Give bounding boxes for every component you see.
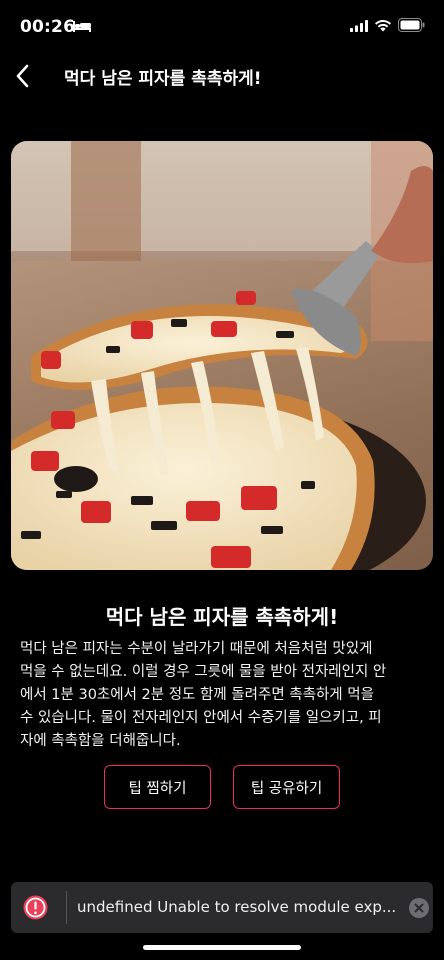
hero-image <box>11 141 433 570</box>
tip-title: 먹다 남은 피자를 촉촉하게! <box>105 605 339 629</box>
tip-body: 먹다 남은 피자는 수분이 날라가기 때문에 처음처럼 맛있게 먹을 수 없는데… <box>20 638 426 753</box>
error-toast[interactable]: undefined Unable to resolve module exp..… <box>11 882 433 933</box>
toast-divider <box>66 891 67 924</box>
save-tip-button[interactable]: 팁 찜하기 <box>104 765 211 809</box>
home-indicator <box>143 945 301 950</box>
status-bar: 00:26 <box>0 0 444 54</box>
chevron-left-icon <box>16 64 29 88</box>
error-icon <box>23 895 48 920</box>
battery-icon <box>398 18 425 32</box>
tip-body-line: 자에 촉촉함을 더해줍니다. <box>20 733 181 749</box>
page-title: 먹다 남은 피자를 촉촉하게! <box>64 69 262 89</box>
toast-message: undefined Unable to resolve module exp..… <box>77 898 397 916</box>
wifi-icon <box>375 19 391 32</box>
tip-body-line: 먹다 남은 피자는 수분이 날라가기 때문에 처음처럼 맛있게 <box>20 641 373 657</box>
share-tip-button[interactable]: 팁 공유하기 <box>233 765 340 809</box>
bed-icon <box>73 21 91 32</box>
pizza-slice-photo <box>11 141 433 570</box>
tip-body-line: 먹을 수 없는데요. 이럴 경우 그릇에 물을 받아 전자레인지 안 <box>20 664 387 680</box>
tip-body-line: 수 있습니다. 물이 전자레인지 안에서 수증기를 일으키고, 피 <box>20 710 382 726</box>
tip-body-line: 에서 1분 30초에서 2분 정도 함께 돌려주면 촉촉하게 먹을 <box>20 687 374 703</box>
back-button[interactable] <box>4 58 40 94</box>
nav-bar: 먹다 남은 피자를 촉촉하게! <box>0 54 444 98</box>
status-time: 00:26 <box>20 17 76 37</box>
close-icon[interactable] <box>409 898 429 918</box>
signal-icon <box>350 20 368 32</box>
